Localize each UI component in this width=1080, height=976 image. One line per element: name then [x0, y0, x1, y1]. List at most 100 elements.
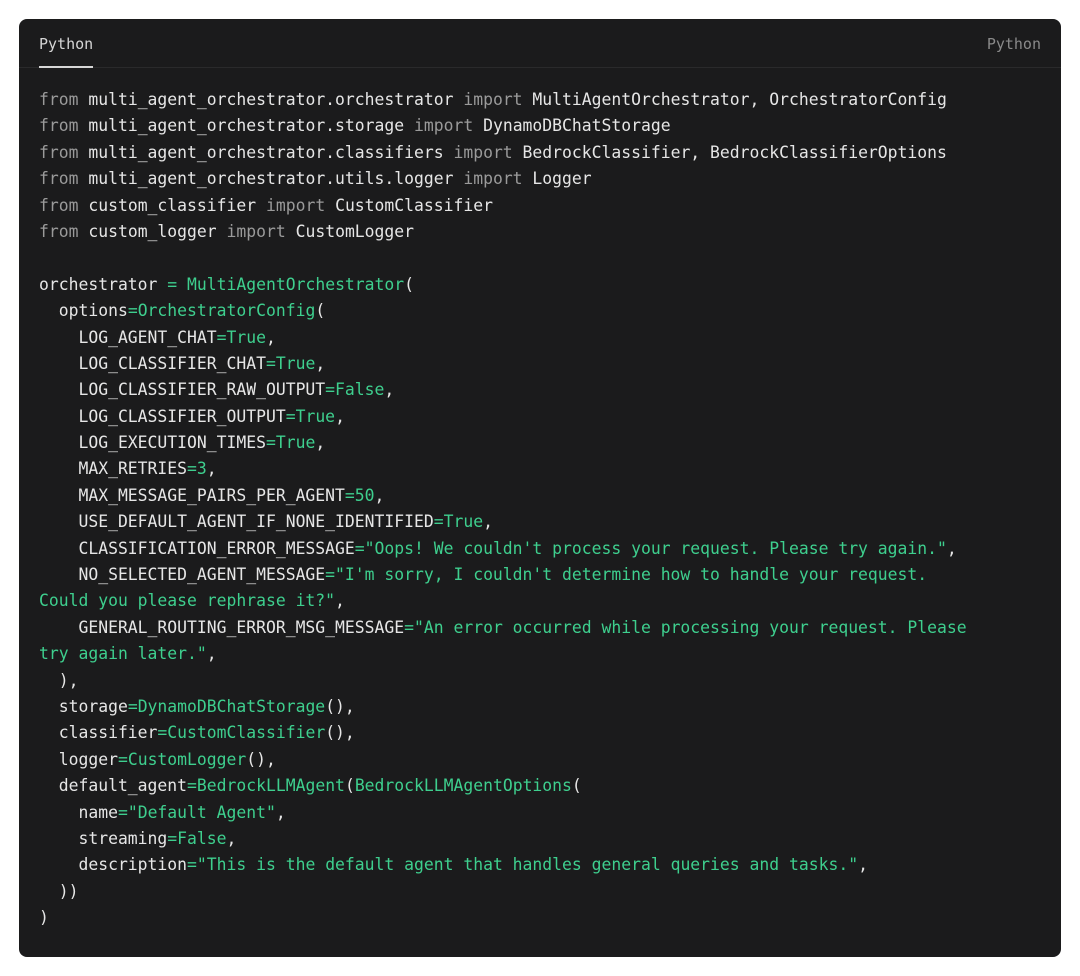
- code-operator: =: [187, 459, 197, 479]
- code-text: ),: [39, 670, 79, 690]
- code-literal: True: [226, 327, 266, 347]
- code-keyword: from: [39, 169, 79, 189]
- code-line: GENERAL_ROUTING_ERROR_MSG_MESSAGE="An er…: [39, 615, 1051, 641]
- code-literal: False: [177, 828, 227, 848]
- code-number: 3: [196, 459, 207, 479]
- code-function: CustomClassifier: [167, 723, 326, 743]
- code-text: CLASSIFICATION_ERROR_MESSAGE: [39, 538, 355, 558]
- code-text: multi_agent_orchestrator.orchestrator: [78, 90, 464, 109]
- code-function: OrchestratorConfig: [137, 301, 316, 321]
- code-text: (: [404, 274, 415, 294]
- code-string: try again later.": [39, 644, 207, 664]
- code-operator: =: [325, 565, 336, 585]
- code-operator: =: [127, 301, 138, 321]
- code-line: storage=DynamoDBChatStorage(),: [39, 694, 1051, 720]
- code-function: BedrockLLMAgent: [196, 776, 345, 796]
- code-text: (: [571, 776, 582, 796]
- code-literal: False: [335, 380, 385, 400]
- code-line: LOG_EXECUTION_TIMES=True,: [39, 430, 1051, 456]
- code-text: orchestrator: [39, 274, 168, 294]
- code-line: LOG_CLASSIFIER_CHAT=True,: [39, 351, 1051, 377]
- code-string: "I'm sorry, I couldn't determine how to …: [335, 565, 928, 585]
- code-operator: =: [344, 485, 355, 505]
- code-keyword: import: [463, 169, 523, 189]
- code-line: NO_SELECTED_AGENT_MESSAGE="I'm sorry, I …: [39, 562, 1051, 588]
- code-text: ,: [206, 644, 217, 664]
- tab-python[interactable]: Python: [39, 19, 94, 68]
- code-text: ): [39, 908, 49, 928]
- code-string: "Oops! We couldn't process your request.…: [364, 538, 947, 558]
- code-line: from multi_agent_orchestrator.utils.logg…: [39, 166, 1051, 192]
- code-operator: =: [354, 538, 365, 558]
- code-literal: True: [275, 353, 316, 373]
- code-line: streaming=False,: [39, 826, 1051, 852]
- code-text: ,: [858, 855, 868, 875]
- code-operator: =: [167, 828, 178, 848]
- code-line: from multi_agent_orchestrator.classifier…: [39, 140, 1051, 166]
- code-keyword: import: [265, 195, 326, 215]
- code-line: description="This is the default agent t…: [39, 852, 1051, 878]
- code-keyword: from: [39, 116, 79, 136]
- code-line: ),: [39, 668, 1051, 694]
- code-line: logger=CustomLogger(),: [39, 747, 1051, 773]
- code-text: custom_classifier: [78, 195, 266, 215]
- code-operator: =: [127, 696, 138, 716]
- code-text: Logger: [522, 169, 592, 189]
- code-text: LOG_EXECUTION_TIMES: [39, 433, 266, 453]
- code-text: GENERAL_ROUTING_ERROR_MSG_MESSAGE: [39, 617, 405, 637]
- code-line: classifier=CustomClassifier(),: [39, 720, 1051, 746]
- code-line: LOG_CLASSIFIER_OUTPUT=True,: [39, 404, 1051, 430]
- code-operator: =: [404, 617, 414, 637]
- code-line: USE_DEFAULT_AGENT_IF_NONE_IDENTIFIED=Tru…: [39, 509, 1051, 535]
- code-function: DynamoDBChatStorage: [137, 696, 326, 716]
- code-text: streaming: [39, 828, 168, 848]
- code-text: description: [39, 855, 188, 875]
- code-keyword: import: [453, 142, 513, 162]
- code-text: ,: [275, 802, 286, 822]
- code-operator: =: [117, 749, 128, 769]
- code-text: NO_SELECTED_AGENT_MESSAGE: [39, 565, 326, 585]
- code-keyword: import: [226, 221, 286, 241]
- code-string: Could you please rephrase it?": [39, 591, 336, 611]
- code-text: options: [39, 301, 128, 321]
- code-text: custom_logger: [78, 221, 227, 241]
- code-text: default_agent: [39, 776, 188, 796]
- code-line: from custom_logger import CustomLogger: [39, 219, 1051, 245]
- code-text: ,: [265, 327, 276, 347]
- code-line: CLASSIFICATION_ERROR_MESSAGE="Oops! We c…: [39, 536, 1051, 562]
- code-text: ,: [206, 459, 217, 479]
- code-line: orchestrator = MultiAgentOrchestrator(: [39, 272, 1051, 298]
- code-keyword: from: [39, 90, 79, 109]
- code-number: 50: [354, 485, 375, 505]
- code-text: name: [39, 802, 118, 822]
- code-text: (),: [246, 749, 276, 769]
- code-text: ,: [946, 538, 957, 558]
- code-text: (),: [325, 723, 355, 743]
- code-text: CustomClassifier: [325, 195, 493, 215]
- code-line: options=OrchestratorConfig(: [39, 298, 1051, 324]
- code-text: DynamoDBChatStorage: [473, 116, 671, 136]
- code-text: ,: [226, 828, 237, 848]
- code-block-header: Python Python: [19, 19, 1061, 68]
- code-text: ,: [335, 406, 345, 426]
- code-text: ,: [374, 485, 385, 505]
- code-line: from multi_agent_orchestrator.storage im…: [39, 113, 1051, 139]
- code-text: MAX_MESSAGE_PAIRS_PER_AGENT: [39, 485, 345, 505]
- code-text: ,: [315, 353, 326, 373]
- code-text: ,: [315, 433, 326, 453]
- code-text: LOG_CLASSIFIER_CHAT: [39, 353, 266, 373]
- code-string: "Default Agent": [127, 802, 276, 822]
- code-operator: =: [325, 380, 336, 400]
- code-operator: =: [157, 723, 168, 743]
- code-function: BedrockLLMAgentOptions: [354, 776, 572, 796]
- code-line: MAX_RETRIES=3,: [39, 456, 1051, 482]
- code-literal: True: [295, 406, 336, 426]
- code-operator: =: [187, 855, 197, 875]
- code-text: multi_agent_orchestrator.classifiers: [78, 142, 454, 162]
- code-line: Could you please rephrase it?",: [39, 588, 1051, 614]
- code-line: LOG_AGENT_CHAT=True,: [39, 325, 1051, 351]
- code-literal: True: [275, 433, 316, 453]
- code-text: multi_agent_orchestrator.utils.logger: [78, 169, 464, 189]
